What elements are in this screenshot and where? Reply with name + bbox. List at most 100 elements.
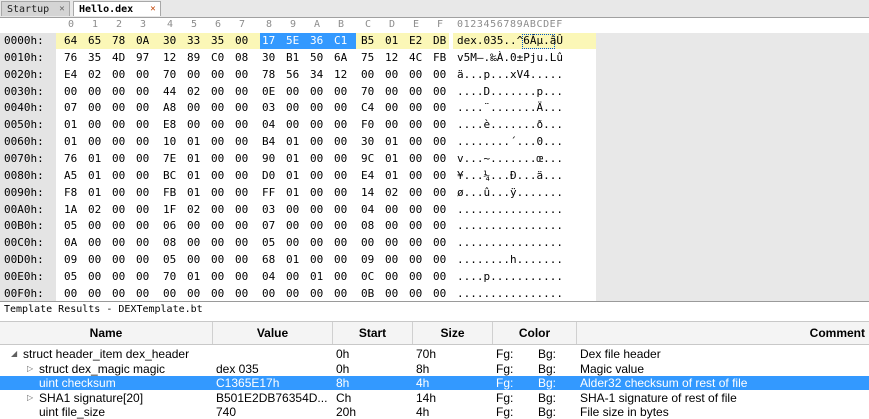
hex-byte[interactable]: 00 [136, 100, 156, 116]
hex-byte[interactable]: 00 [112, 67, 132, 83]
hex-byte[interactable]: 00 [262, 286, 282, 301]
tab-hello-dex[interactable]: Hello.dex ✕ [73, 1, 161, 16]
hex-byte[interactable]: 00 [112, 252, 132, 268]
hex-byte[interactable]: 00 [409, 235, 429, 251]
hex-byte[interactable]: 00 [409, 117, 429, 133]
hex-byte[interactable]: 07 [262, 218, 282, 234]
ascii-row-text[interactable]: ø...û...ÿ....... [457, 186, 563, 199]
hex-byte[interactable]: 01 [187, 134, 207, 150]
hex-byte[interactable]: 00 [88, 134, 108, 150]
hex-byte[interactable]: E2 [409, 33, 429, 49]
hex-byte[interactable]: BC [163, 168, 183, 184]
hex-byte[interactable]: 00 [88, 286, 108, 301]
hex-byte[interactable]: 00 [136, 235, 156, 251]
hex-byte[interactable]: 00 [235, 185, 255, 201]
hex-byte[interactable]: 00 [334, 84, 354, 100]
hex-byte[interactable]: 00 [136, 185, 156, 201]
hex-byte[interactable]: 00 [211, 84, 231, 100]
hex-byte[interactable]: 76 [64, 50, 84, 66]
hex-byte[interactable]: 64 [64, 33, 84, 49]
hex-byte[interactable]: 00 [64, 286, 84, 301]
hex-byte[interactable]: 01 [286, 168, 306, 184]
hex-byte[interactable]: 00 [361, 235, 381, 251]
hex-byte[interactable]: 76 [64, 151, 84, 167]
hex-byte[interactable]: 90 [262, 151, 282, 167]
hex-byte[interactable]: 00 [136, 286, 156, 301]
hex-byte[interactable]: 33 [187, 33, 207, 49]
hex-byte[interactable]: 00 [385, 84, 405, 100]
ascii-row-text[interactable]: ................ [457, 236, 563, 249]
hex-byte[interactable]: 00 [235, 84, 255, 100]
hex-byte[interactable]: 00 [286, 84, 306, 100]
hex-byte[interactable]: 00 [211, 117, 231, 133]
hex-byte[interactable]: 00 [187, 286, 207, 301]
hex-byte[interactable]: 00 [409, 252, 429, 268]
hex-byte[interactable]: 00 [310, 218, 330, 234]
hex-byte[interactable]: 09 [361, 252, 381, 268]
hex-byte[interactable]: 04 [361, 202, 381, 218]
hex-byte[interactable]: 00 [385, 100, 405, 116]
hex-editor[interactable]: 0123456789ABCDEF 0123456789ABCDEF 0000h:… [0, 18, 869, 301]
hex-byte[interactable]: 08 [235, 50, 255, 66]
hex-byte[interactable]: 00 [334, 269, 354, 285]
ascii-row-text[interactable]: ....¨.......Ä... [457, 101, 563, 114]
hex-byte[interactable]: 01 [187, 151, 207, 167]
hex-byte[interactable]: B1 [286, 50, 306, 66]
hex-byte[interactable]: F8 [64, 185, 84, 201]
close-icon[interactable]: ✕ [148, 4, 158, 14]
hex-byte[interactable]: 00 [235, 100, 255, 116]
hex-byte[interactable]: 01 [385, 151, 405, 167]
hex-byte[interactable]: 00 [211, 252, 231, 268]
hex-byte[interactable]: 00 [286, 117, 306, 133]
hex-byte[interactable]: 02 [187, 84, 207, 100]
hex-byte[interactable]: 00 [112, 185, 132, 201]
hex-byte[interactable]: 00 [334, 235, 354, 251]
hex-byte[interactable]: 00 [409, 100, 429, 116]
hex-byte[interactable]: 00 [334, 168, 354, 184]
hex-byte[interactable]: 00 [409, 84, 429, 100]
hex-byte[interactable]: B5 [361, 33, 381, 49]
hex-bytes-area[interactable]: 64 65 78 0A 30 33 35 00 17 5E 36 C1 B5 01 E2 DB 76 35 4D 97… [56, 33, 449, 301]
hex-byte[interactable]: 00 [112, 100, 132, 116]
hex-byte[interactable]: 03 [262, 100, 282, 116]
hex-byte[interactable]: 00 [310, 168, 330, 184]
hex-byte[interactable]: 06 [163, 218, 183, 234]
column-header-size[interactable]: Size [413, 322, 493, 344]
hex-byte[interactable]: 00 [136, 252, 156, 268]
hex-byte[interactable]: 02 [385, 185, 405, 201]
hex-byte[interactable]: 00 [211, 168, 231, 184]
hex-byte[interactable]: 00 [112, 202, 132, 218]
hex-byte[interactable]: 00 [235, 269, 255, 285]
hex-byte[interactable]: 50 [310, 50, 330, 66]
hex-byte[interactable]: FB [433, 50, 453, 66]
hex-byte[interactable]: 5E [286, 33, 306, 49]
hex-byte[interactable]: C0 [211, 50, 231, 66]
ascii-text-area[interactable]: dex.035..^6Áµ.âÛ v5M—.‰À.0±Pju.Lû ä...p...… [453, 33, 596, 301]
hex-byte[interactable]: 00 [310, 117, 330, 133]
hex-byte[interactable]: 4C [409, 50, 429, 66]
hex-byte[interactable]: 00 [409, 185, 429, 201]
hex-byte[interactable]: 00 [187, 117, 207, 133]
column-header-start[interactable]: Start [333, 322, 413, 344]
hex-byte[interactable]: 00 [433, 286, 453, 301]
hex-byte[interactable]: 70 [163, 67, 183, 83]
hex-byte[interactable]: 00 [334, 202, 354, 218]
hex-byte[interactable]: 00 [409, 202, 429, 218]
hex-byte[interactable]: 01 [187, 269, 207, 285]
hex-byte[interactable]: 00 [136, 151, 156, 167]
hex-byte[interactable]: 89 [187, 50, 207, 66]
hex-byte[interactable]: 70 [361, 84, 381, 100]
hex-byte[interactable]: 02 [187, 202, 207, 218]
hex-byte[interactable]: 00 [334, 218, 354, 234]
hex-byte[interactable]: 01 [88, 151, 108, 167]
hex-byte[interactable]: B4 [262, 134, 282, 150]
hex-byte[interactable]: 08 [361, 218, 381, 234]
hex-byte[interactable]: 1F [163, 202, 183, 218]
hex-byte[interactable]: 0A [64, 235, 84, 251]
hex-byte[interactable]: 02 [88, 67, 108, 83]
hex-byte[interactable]: FF [262, 185, 282, 201]
hex-byte[interactable]: 00 [211, 100, 231, 116]
hex-byte[interactable]: 01 [385, 134, 405, 150]
hex-byte[interactable]: 00 [334, 185, 354, 201]
hex-byte[interactable]: 00 [112, 218, 132, 234]
